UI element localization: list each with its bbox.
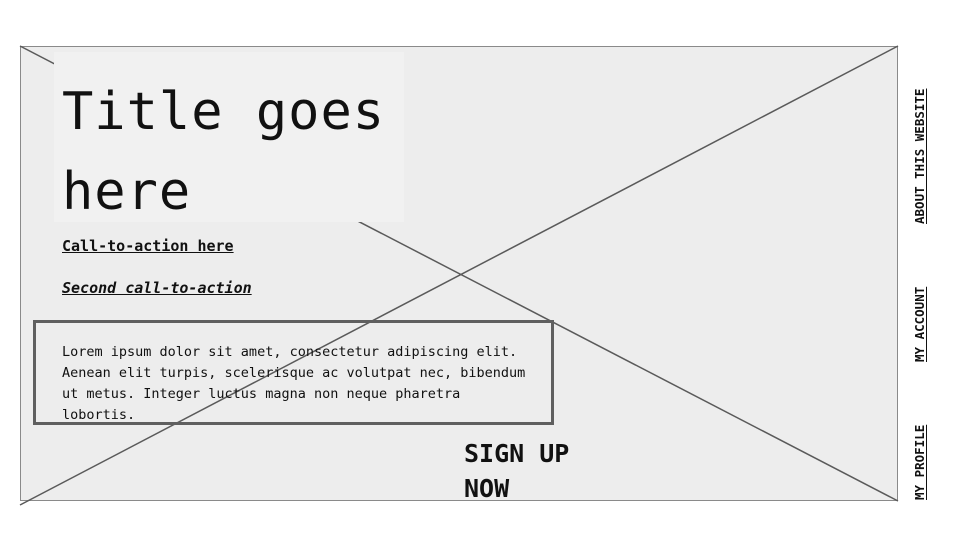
secondary-cta-link[interactable]: Second call-to-action: [62, 279, 252, 297]
primary-cta-link[interactable]: Call-to-action here: [62, 237, 234, 255]
page-title: Title goes here: [62, 82, 386, 222]
nav-item-my-account[interactable]: MY ACCOUNT: [912, 276, 927, 362]
sign-up-button[interactable]: SIGN UP NOW: [464, 436, 594, 506]
body-text: Lorem ipsum dolor sit amet, consectetur …: [62, 344, 526, 423]
nav-item-about[interactable]: ABOUT THIS WEBSITE: [912, 68, 927, 224]
nav-item-my-profile[interactable]: MY PROFILE: [912, 414, 927, 500]
